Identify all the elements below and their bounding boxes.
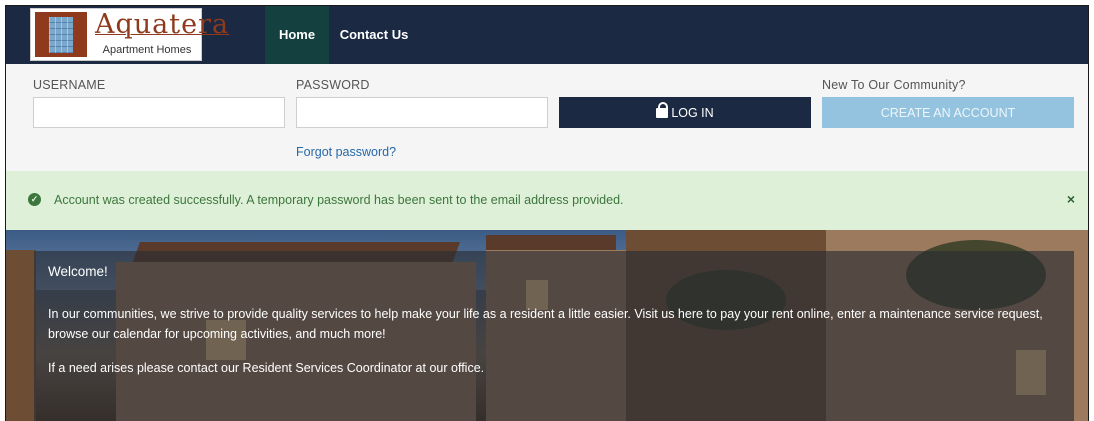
new-community-label: New To Our Community?: [822, 78, 966, 92]
logo-mark-icon: [35, 12, 87, 57]
building-shape: [6, 250, 36, 421]
alert-message: Account was created successfully. A temp…: [54, 193, 624, 207]
brand-logo[interactable]: Aquatera Apartment Homes: [30, 8, 230, 61]
welcome-title: Welcome!: [48, 264, 108, 279]
login-panel: USERNAME PASSWORD LOG IN New To Our Comm…: [6, 64, 1088, 171]
page-frame: Aquatera Apartment Homes Home Contact Us…: [5, 5, 1089, 421]
password-label: PASSWORD: [296, 78, 370, 92]
create-account-button[interactable]: CREATE AN ACCOUNT: [822, 97, 1074, 128]
forgot-password-link[interactable]: Forgot password?: [296, 145, 396, 159]
logo-name: Aquatera: [95, 9, 230, 40]
welcome-paragraph-2: If a need arises please contact our Resi…: [48, 361, 485, 375]
username-input[interactable]: [33, 97, 285, 128]
lock-icon: [656, 102, 669, 118]
password-input[interactable]: [296, 97, 548, 128]
roof-shape: [486, 235, 616, 251]
welcome-paragraph-1: In our communities, we strive to provide…: [48, 307, 1043, 341]
top-navbar: Aquatera Apartment Homes Home Contact Us: [6, 6, 1088, 64]
username-label: USERNAME: [33, 78, 106, 92]
check-circle-icon: ✓: [28, 193, 41, 206]
nav-contact-us[interactable]: Contact Us: [336, 6, 412, 64]
logo-tile: [49, 17, 73, 53]
login-button[interactable]: LOG IN: [559, 97, 811, 128]
login-button-label: LOG IN: [671, 106, 714, 120]
close-icon[interactable]: ×: [1064, 190, 1078, 208]
nav-home[interactable]: Home: [265, 6, 329, 64]
logo-tagline: Apartment Homes: [102, 44, 192, 56]
success-alert: ✓ Account was created successfully. A te…: [6, 171, 1088, 230]
